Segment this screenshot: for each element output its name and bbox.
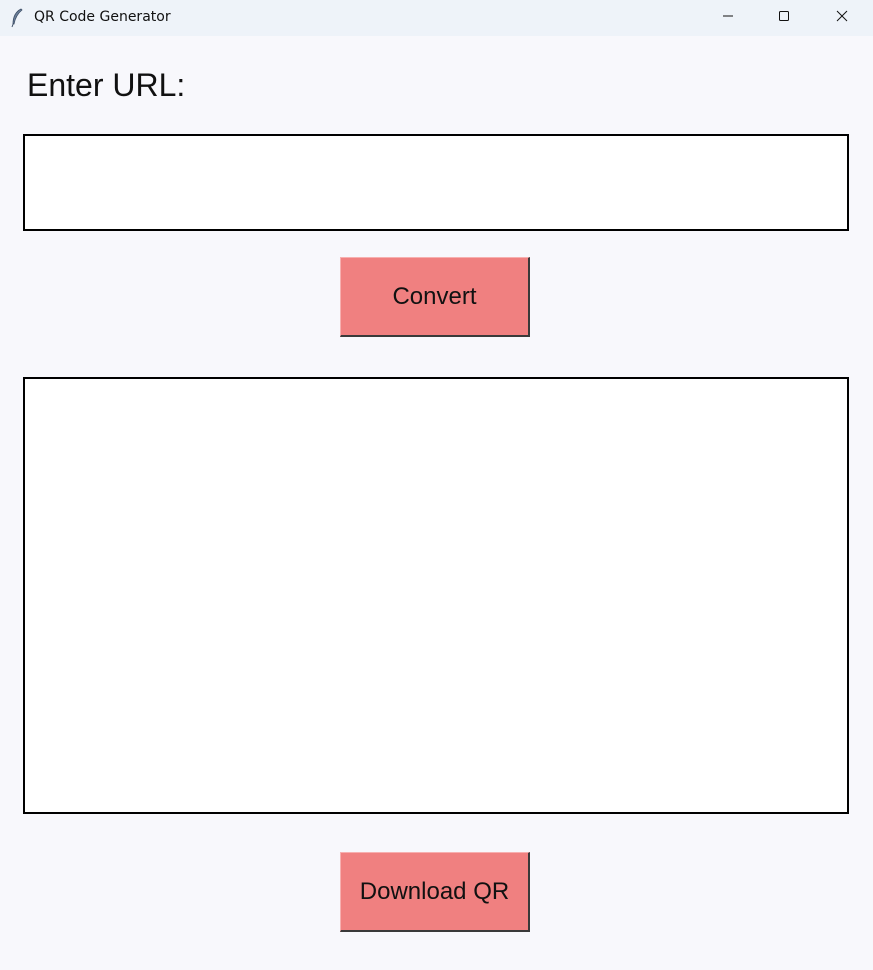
maximize-icon [778, 9, 790, 27]
qr-code-display [23, 377, 849, 814]
app-window: QR Code Generator Enter URL: Convert Dow… [0, 0, 873, 970]
maximize-button[interactable] [756, 0, 812, 36]
close-icon [836, 9, 848, 27]
convert-button[interactable]: Convert [340, 257, 530, 337]
client-area: Enter URL: Convert Download QR [0, 36, 873, 970]
window-title: QR Code Generator [34, 9, 171, 25]
url-input[interactable] [23, 134, 849, 231]
url-label: Enter URL: [27, 67, 186, 103]
minimize-button[interactable] [700, 0, 756, 36]
title-bar[interactable]: QR Code Generator [0, 0, 873, 36]
close-button[interactable] [814, 0, 870, 36]
minimize-icon [722, 9, 734, 27]
feather-icon [10, 8, 24, 28]
download-qr-button[interactable]: Download QR [340, 852, 530, 932]
